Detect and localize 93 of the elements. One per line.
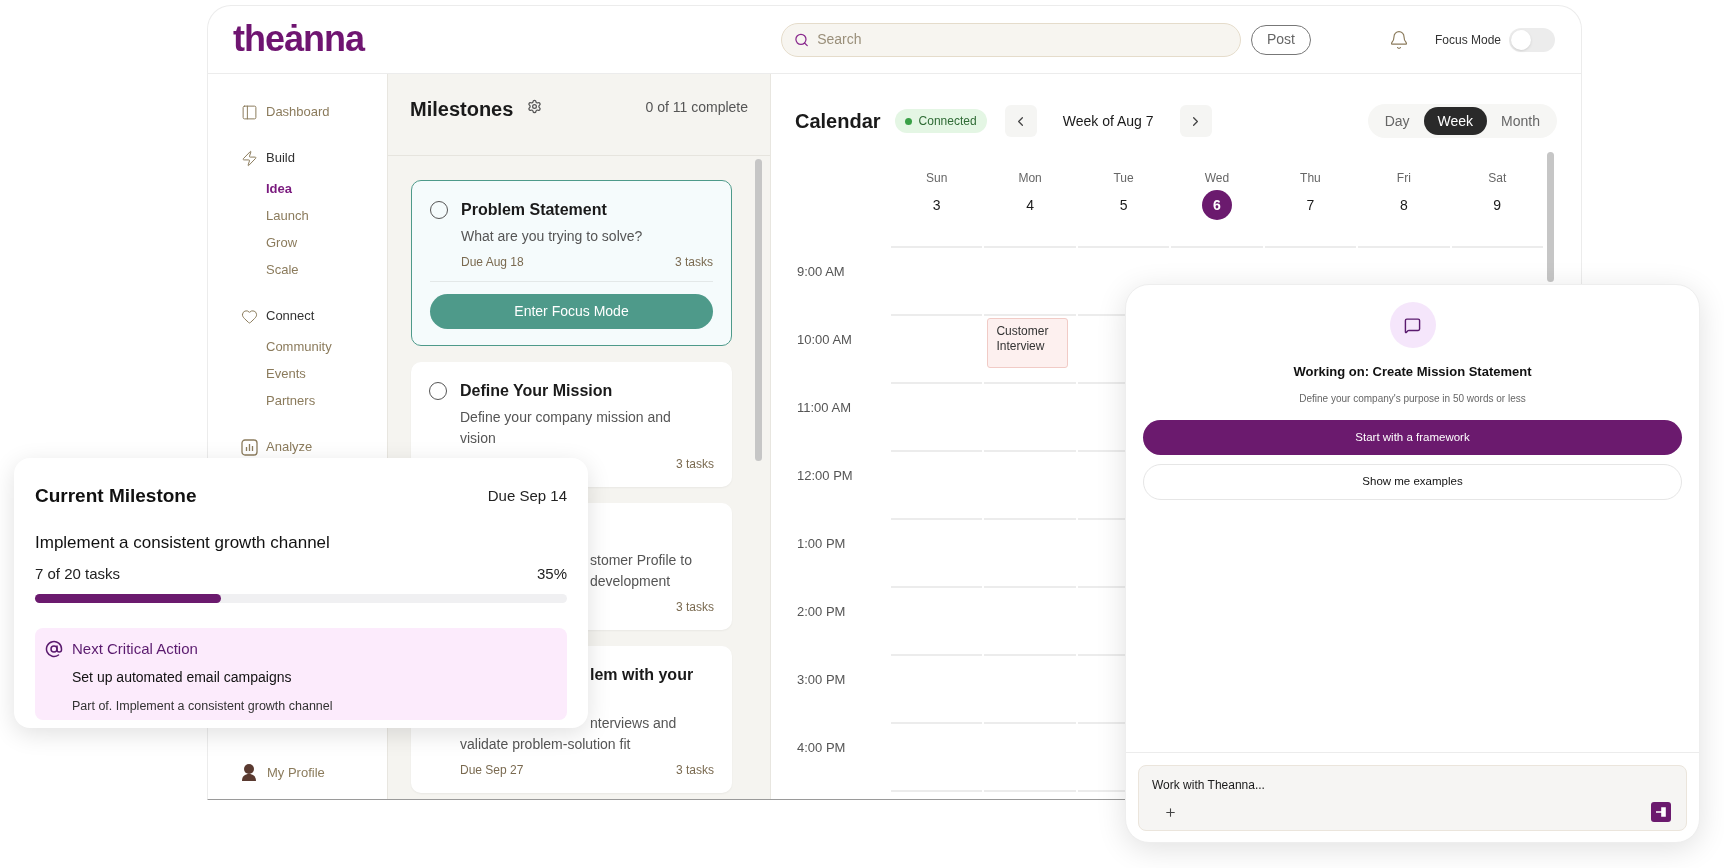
at-icon: [45, 639, 63, 658]
logo[interactable]: theȧnna: [233, 18, 365, 59]
sidebar-subitem[interactable]: Launch: [266, 205, 309, 226]
day-name: Thu: [1300, 170, 1321, 187]
time-label: 1:00 PM: [797, 536, 846, 551]
time-label: 11:00 AM: [797, 400, 851, 415]
next-action-heading: Next Critical Action: [72, 638, 198, 659]
send-icon[interactable]: [1651, 802, 1671, 822]
day-number[interactable]: 5: [1108, 190, 1139, 220]
milestone-description: vision: [460, 429, 496, 448]
day-name: Wed: [1204, 170, 1230, 187]
task-count: 3 tasks: [676, 599, 714, 616]
composer-field[interactable]: Work with Theanna...: [1138, 765, 1687, 831]
sidebar-item[interactable]: Analyze: [266, 437, 313, 457]
chat-icon: [1404, 316, 1421, 334]
due-date: Due Aug 18: [461, 254, 524, 271]
parent-milestone: Part of. Implement a consistent growth channel: [72, 699, 333, 713]
milestone-description: development: [590, 572, 671, 591]
focus-mode-label: Focus Mode: [1435, 31, 1502, 49]
panel-icon: [241, 103, 258, 121]
add-icon[interactable]: [1164, 805, 1177, 819]
view-tab[interactable]: Day: [1370, 107, 1424, 135]
chart-icon: [241, 438, 258, 456]
time-label: 10:00 AM: [797, 332, 852, 347]
sidebar-subitem[interactable]: Grow: [266, 232, 298, 253]
scrollbar-thumb[interactable]: [1547, 152, 1554, 282]
assistant-title: Working on: Create Mission Statement: [1293, 364, 1532, 379]
time-label: 9:00 AM: [797, 264, 845, 279]
milestone-description: nterviews and: [590, 714, 677, 733]
milestone-title: Problem Statement: [461, 200, 607, 220]
milestone-description: validate problem-solution fit: [460, 735, 631, 754]
day-name: Sat: [1488, 170, 1507, 187]
task-count: 3 tasks: [676, 456, 714, 473]
time-label: 3:00 PM: [797, 672, 846, 687]
search-icon: [794, 31, 810, 48]
sidebar-item[interactable]: Build: [266, 148, 295, 168]
due-date: Due Sep 14: [487, 486, 567, 506]
day-name: Mon: [1018, 170, 1042, 187]
milestone-name: Implement a consistent growth channel: [35, 532, 330, 552]
progress-percent: 35%: [536, 564, 567, 584]
sidebar-item[interactable]: Dashboard: [266, 102, 330, 122]
time-label: 12:00 PM: [797, 468, 853, 483]
profile-link[interactable]: My Profile: [267, 762, 325, 782]
search-field[interactable]: Search: [781, 22, 1241, 57]
bolt-icon: [241, 149, 258, 167]
week-label: Week of Aug 7: [1061, 111, 1155, 131]
sidebar-subitem[interactable]: Scale: [266, 259, 299, 280]
view-tab[interactable]: Month: [1487, 107, 1554, 135]
day-number[interactable]: 9: [1482, 190, 1513, 220]
examples-button[interactable]: Show me examples: [1143, 464, 1682, 500]
completed-tasks-text: 7 of 20 tasks: [35, 564, 121, 584]
heart-icon: [241, 307, 258, 325]
focus-mode-toggle[interactable]: [1509, 27, 1556, 52]
scrollbar-thumb[interactable]: [755, 159, 762, 461]
calendar-event[interactable]: Customer Interview: [987, 318, 1069, 368]
sidebar-subitem[interactable]: Events: [266, 363, 306, 384]
next-action-task: Set up automated email campaigns: [72, 669, 292, 685]
avatar[interactable]: [241, 763, 257, 782]
assistant-subtitle: Define your company's purpose in 50 words or less: [1299, 393, 1526, 404]
completion-count: 0 of 11 complete: [645, 98, 748, 117]
time-label: 2:00 PM: [797, 604, 846, 619]
due-date: Due Sep 27: [460, 762, 524, 779]
milestone-description: stomer Profile to: [590, 551, 692, 570]
task-count: 3 tasks: [675, 254, 713, 271]
milestone-title: Define Your Mission: [460, 381, 613, 401]
task-count: 3 tasks: [676, 762, 714, 779]
calendar-title: Calendar: [795, 109, 881, 134]
connection-status: Connected: [894, 109, 987, 133]
sidebar-subitem[interactable]: Partners: [266, 390, 316, 411]
sidebar-subitem[interactable]: Idea: [266, 178, 292, 199]
day-number[interactable]: 3: [921, 190, 952, 220]
card-title: Current Milestone: [35, 484, 197, 508]
milestone-card[interactable]: Problem Statement What are you trying to solve? Due Aug 18 3 tasks Enter Focus Mode: [411, 180, 732, 346]
message-input[interactable]: Work with Theanna...: [1152, 776, 1673, 794]
day-number[interactable]: 6: [1201, 190, 1232, 220]
sidebar-item[interactable]: Connect: [266, 306, 315, 326]
search-input[interactable]: Search: [817, 29, 1228, 50]
bell-icon[interactable]: [1389, 29, 1409, 50]
view-tab[interactable]: Week: [1423, 107, 1488, 135]
time-label: 4:00 PM: [797, 740, 846, 755]
day-number[interactable]: 7: [1295, 190, 1326, 220]
milestones-title: Milestones: [410, 97, 514, 122]
day-name: Tue: [1113, 170, 1134, 187]
day-number[interactable]: 8: [1388, 190, 1419, 220]
milestone-title: lem with your: [589, 665, 694, 685]
day-name: Fri: [1396, 170, 1411, 187]
day-name: Sun: [926, 170, 948, 187]
framework-button[interactable]: Start with a framework: [1143, 420, 1682, 455]
milestone-description: Define your company mission and: [460, 408, 671, 427]
milestone-description: What are you trying to solve?: [461, 227, 643, 246]
sidebar-subitem[interactable]: Community: [266, 336, 332, 357]
settings-icon[interactable]: [527, 99, 543, 114]
day-number[interactable]: 4: [1015, 190, 1046, 220]
